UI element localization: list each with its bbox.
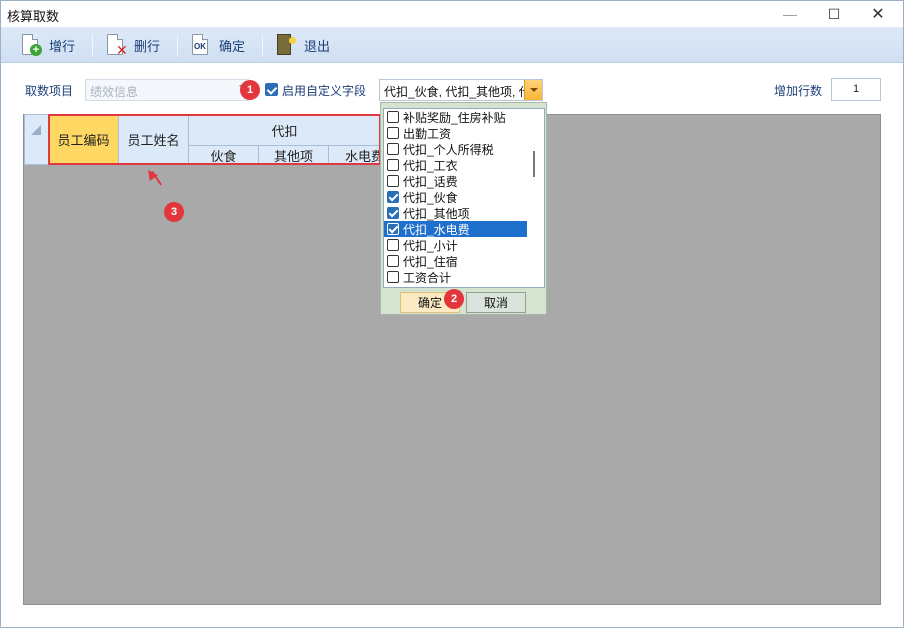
delete-row-icon: ✕	[104, 33, 128, 57]
close-button[interactable]: ✕	[856, 1, 900, 27]
field-option-checkbox[interactable]	[387, 239, 399, 251]
field-option[interactable]: 补贴奖励_住房补贴	[384, 109, 527, 125]
field-option-checkbox[interactable]	[387, 143, 399, 155]
fields-combo-value: 代扣_伙食, 代扣_其他项, 代扣_水电费	[384, 85, 524, 99]
scrollbar[interactable]	[533, 151, 535, 177]
field-option-checkbox[interactable]	[387, 175, 399, 187]
toolbar: + 增行 ✕ 删行 OK 确定 退出	[1, 27, 903, 63]
grid-corner[interactable]	[24, 114, 49, 165]
add-row-label: 增行	[49, 38, 76, 54]
confirm-label: 确定	[219, 38, 246, 54]
field-option-label: 代扣_水电费	[403, 222, 470, 237]
toolbar-separator	[262, 35, 263, 57]
field-option-label: 工资合计	[403, 270, 452, 285]
exit-door-icon	[274, 33, 298, 57]
field-option-checkbox[interactable]	[387, 271, 399, 283]
add-rows-input[interactable]: 1	[831, 78, 881, 101]
toolbar-separator	[92, 35, 93, 57]
ok-icon: OK	[189, 33, 213, 57]
field-option[interactable]: 代扣_话费	[384, 173, 527, 189]
field-option-label: 代扣_话费	[403, 174, 458, 189]
custom-fields-checkbox[interactable]	[265, 83, 278, 96]
delete-row-label: 删行	[134, 38, 161, 54]
confirm-button[interactable]: OK 确定	[189, 31, 245, 59]
field-option-label: 代扣_个人所得税	[403, 142, 494, 157]
maximize-button[interactable]: ☐	[812, 1, 856, 27]
dropdown-cancel-button[interactable]: 取消	[466, 292, 526, 313]
annotation-badge-2: 2	[444, 289, 464, 309]
field-option-label: 出勤工资	[403, 126, 452, 141]
field-option-checkbox[interactable]	[387, 207, 399, 219]
exit-label: 退出	[304, 38, 331, 54]
highlight-outline	[48, 114, 381, 165]
fields-dropdown-panel: 补贴奖励_住房补贴 出勤工资 代扣_个人所得税 代扣_工衣 代扣_话费 代扣_伙食 代扣_其…	[380, 102, 547, 315]
field-option-label: 代扣_住宿	[403, 254, 458, 269]
field-option[interactable]: 代扣_住宿	[384, 253, 527, 269]
field-option-checkbox[interactable]	[387, 255, 399, 267]
dialog-window: 核算取数 — ☐ ✕ + 增行 ✕ 删行 OK 确定 退出 取数项目 绩效信息 …	[0, 0, 904, 628]
minimize-button[interactable]: —	[768, 1, 812, 27]
delete-row-button[interactable]: ✕ 删行	[104, 31, 160, 59]
select-all-icon	[31, 125, 41, 135]
field-option-checkbox[interactable]	[387, 191, 399, 203]
field-option-checkbox[interactable]	[387, 159, 399, 171]
field-option[interactable]: 代扣_伙食	[384, 189, 527, 205]
toolbar-separator	[177, 35, 178, 57]
annotation-badge-1: 1	[240, 80, 260, 100]
field-option-label: 代扣_小计	[403, 238, 458, 253]
fields-combo[interactable]: 代扣_伙食, 代扣_其他项, 代扣_水电费	[379, 79, 543, 101]
field-option-label: 代扣_伙食	[403, 190, 458, 205]
field-option[interactable]: 代扣_其他项	[384, 205, 527, 221]
combo-dropdown-button[interactable]	[524, 80, 542, 100]
annotation-badge-3: 3	[164, 202, 184, 222]
field-option[interactable]: 代扣_工衣	[384, 157, 527, 173]
field-option-checkbox[interactable]	[387, 111, 399, 123]
source-label: 取数项目	[25, 84, 74, 98]
add-row-icon: +	[19, 33, 43, 57]
title-bar: 核算取数 — ☐ ✕	[1, 1, 903, 27]
add-row-button[interactable]: + 增行	[19, 31, 75, 59]
source-select[interactable]: 绩效信息	[85, 79, 249, 101]
field-option[interactable]: 工资合计	[384, 269, 527, 285]
custom-fields-label: 启用自定义字段	[282, 84, 367, 98]
field-option-label: 代扣_其他项	[403, 206, 470, 221]
field-option[interactable]: 代扣_水电费	[384, 221, 527, 237]
field-option-label: 代扣_工衣	[403, 158, 458, 173]
field-option[interactable]: 出勤工资	[384, 125, 527, 141]
field-option-checkbox[interactable]	[387, 223, 399, 235]
field-option-label: 补贴奖励_住房补贴	[403, 110, 506, 125]
exit-button[interactable]: 退出	[274, 31, 330, 59]
window-title: 核算取数	[7, 9, 60, 24]
add-rows-label: 增加行数	[774, 84, 823, 98]
field-option-checkbox[interactable]	[387, 127, 399, 139]
fields-checklist[interactable]: 补贴奖励_住房补贴 出勤工资 代扣_个人所得税 代扣_工衣 代扣_话费 代扣_伙食 代扣_其…	[383, 108, 545, 288]
field-option[interactable]: 代扣_个人所得税	[384, 141, 527, 157]
field-option[interactable]: 代扣_小计	[384, 237, 527, 253]
